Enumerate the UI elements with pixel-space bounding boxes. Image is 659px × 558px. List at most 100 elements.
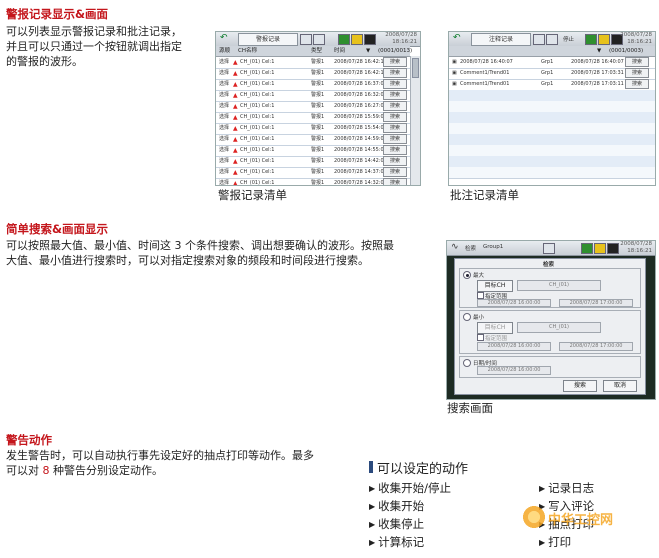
back-icon[interactable]: ↶ bbox=[220, 34, 232, 43]
sort-icon[interactable]: ▼ bbox=[597, 46, 601, 56]
search-button[interactable]: 搜索 bbox=[383, 145, 407, 155]
ch-name-cell: CH_(01) Cel:1 bbox=[240, 92, 275, 98]
search-button[interactable]: 搜索 bbox=[383, 90, 407, 100]
source-cell: 选择 bbox=[219, 180, 230, 186]
datetime-field[interactable]: 2008/07/28 16:00:00 bbox=[477, 366, 551, 375]
source-cell: 选择 bbox=[219, 147, 230, 153]
type-cell: 警报1 bbox=[311, 125, 325, 131]
screen-title: 警报记录 bbox=[238, 33, 298, 46]
data-icon[interactable] bbox=[546, 34, 558, 45]
text-fragment: 种警告分别设定动作。 bbox=[49, 464, 163, 477]
display-icon[interactable] bbox=[533, 34, 545, 45]
search-button[interactable]: 搜索 bbox=[383, 79, 407, 89]
sort-icon[interactable]: ▼ bbox=[366, 46, 370, 56]
time-cell: 2008/07/28 17:03:31 bbox=[571, 70, 624, 76]
status-label: 停止 bbox=[563, 37, 575, 43]
group-cell: Grp1 bbox=[541, 81, 554, 87]
time-cell: 2008/07/28 16:42:16 bbox=[334, 59, 387, 65]
display-icon[interactable] bbox=[300, 34, 312, 45]
search-button[interactable]: 搜索 bbox=[625, 79, 649, 89]
time-to-field[interactable]: 2008/07/28 17:00:00 bbox=[559, 299, 633, 307]
source-cell: 选择 bbox=[219, 92, 230, 98]
clock: 2008/07/28 18:16:21 bbox=[385, 32, 417, 45]
alarm-icon bbox=[351, 34, 363, 45]
search-button[interactable]: 搜索 bbox=[563, 380, 597, 392]
search-button[interactable]: 搜索 bbox=[383, 156, 407, 166]
range-label: 指定范围 bbox=[485, 336, 508, 342]
time-from-field[interactable]: 2008/07/28 16:00:00 bbox=[477, 342, 551, 351]
search-button[interactable]: 搜索 bbox=[383, 57, 407, 67]
triangle-bullet-icon: ▶ bbox=[369, 502, 376, 511]
target-ch-button[interactable]: 目标CH bbox=[477, 322, 513, 334]
type-cell: 警报1 bbox=[311, 59, 325, 65]
time-from-field[interactable]: 2008/07/28 16:00:00 bbox=[477, 299, 551, 307]
action-item: ▶ 打印 bbox=[539, 535, 571, 551]
text-line: 可以对 8 种警告分别设定动作。 bbox=[6, 463, 356, 478]
caption-search-screen: 搜索画面 bbox=[447, 401, 493, 415]
search-button[interactable]: 搜索 bbox=[625, 57, 649, 67]
scrollbar[interactable] bbox=[410, 56, 420, 185]
search-button[interactable]: 搜索 bbox=[383, 112, 407, 122]
accent-bar bbox=[369, 461, 373, 473]
alarm-bell-icon: ▲ bbox=[233, 125, 238, 132]
scrollbar-thumb[interactable] bbox=[412, 58, 419, 78]
ch-name-cell: CH_(01) Cel:1 bbox=[240, 180, 275, 186]
section-body-alarm-action: 发生警告时，可以自动执行事先设定好的抽点打印等动作。最多 可以对 8 种警告分别… bbox=[6, 448, 356, 478]
text-line: 可以列表显示警报记录和批注记录， bbox=[6, 25, 182, 38]
search-button[interactable]: 搜索 bbox=[625, 68, 649, 78]
table-row[interactable]: 选择 ▲ CH_(01) Cel:1 警报1 2008/07/28 14:32:06 搜索 bbox=[216, 178, 410, 186]
display-icon[interactable] bbox=[543, 243, 555, 254]
cancel-button[interactable]: 取消 bbox=[603, 380, 637, 392]
time-cell: 2008/07/28 14:42:06 bbox=[334, 158, 387, 164]
search-button[interactable]: 搜索 bbox=[383, 68, 407, 78]
ch-name-cell: CH_(01) Cel:1 bbox=[240, 70, 275, 76]
data-icon[interactable] bbox=[313, 34, 325, 45]
table-header: 源顺 CH名称 类型 时间 ▼ (0001/0013) bbox=[216, 46, 412, 57]
source-cell: 选择 bbox=[219, 125, 230, 131]
search-button[interactable]: 搜索 bbox=[383, 123, 407, 133]
alarm-bell-icon: ▲ bbox=[233, 158, 238, 165]
caption-note-list: 批注记录清单 bbox=[450, 188, 519, 202]
time-cell: 2008/07/28 16:32:06 bbox=[334, 92, 387, 98]
memory-icon bbox=[585, 34, 597, 45]
type-cell: 警报1 bbox=[311, 158, 325, 164]
triangle-bullet-icon: ▶ bbox=[369, 484, 376, 493]
search-button[interactable]: 搜索 bbox=[383, 167, 407, 177]
alarm-icon bbox=[594, 243, 606, 254]
text-line: 的警报的波形。 bbox=[6, 55, 83, 68]
triangle-bullet-icon: ▶ bbox=[369, 538, 376, 547]
section-title-alarm-list: 警报记录显示&画面 bbox=[6, 7, 109, 21]
target-ch-field[interactable]: CH_(01) bbox=[517, 322, 601, 333]
target-ch-field[interactable]: CH_(01) bbox=[517, 280, 601, 291]
text-line: 发生警告时，可以自动执行事先设定好的抽点打印等动作。最多 bbox=[6, 449, 314, 462]
min-radio[interactable] bbox=[463, 313, 471, 321]
empty-row bbox=[449, 167, 655, 179]
back-icon[interactable]: ↶ bbox=[453, 34, 465, 43]
screen-toolbar: ∿ 检索 Group1 2008/07/28 18:16:21 bbox=[447, 241, 655, 256]
time-cell: 2008/07/28 15:54:06 bbox=[334, 125, 387, 131]
waveform-icon: ∿ bbox=[451, 242, 459, 252]
source-cell: 选择 bbox=[219, 114, 230, 120]
source-cell: 选择 bbox=[219, 59, 230, 65]
note-icon: ▣ bbox=[452, 70, 457, 76]
ch-name-cell: CH_(01) Cel:1 bbox=[240, 136, 275, 142]
range-checkbox[interactable] bbox=[477, 292, 484, 299]
search-button[interactable]: 搜索 bbox=[383, 134, 407, 144]
caption-alarm-list: 警报记录清单 bbox=[218, 188, 287, 202]
memory-icon bbox=[338, 34, 350, 45]
section-title-search: 简单搜索&画面显示 bbox=[6, 222, 109, 236]
range-checkbox[interactable] bbox=[477, 334, 484, 341]
target-ch-button[interactable]: 目标CH bbox=[477, 280, 513, 292]
action-item: ▶ 收集开始/停止 bbox=[369, 481, 451, 497]
search-screen: ∿ 检索 Group1 2008/07/28 18:16:21 检索 最大 目标C… bbox=[446, 240, 656, 400]
datetime-radio[interactable] bbox=[463, 359, 471, 367]
max-radio[interactable] bbox=[463, 271, 471, 279]
search-button[interactable]: 搜索 bbox=[383, 101, 407, 111]
col-header: CH名称 bbox=[238, 48, 257, 54]
search-button[interactable]: 搜索 bbox=[383, 178, 407, 185]
ch-name-cell: CH_(01) Cel:1 bbox=[240, 147, 275, 153]
source-cell: 选择 bbox=[219, 70, 230, 76]
time-cell: 2008/07/28 16:27:06 bbox=[334, 103, 387, 109]
time-to-field[interactable]: 2008/07/28 17:00:00 bbox=[559, 342, 633, 351]
clock: 2008/07/28 18:16:21 bbox=[620, 32, 652, 45]
